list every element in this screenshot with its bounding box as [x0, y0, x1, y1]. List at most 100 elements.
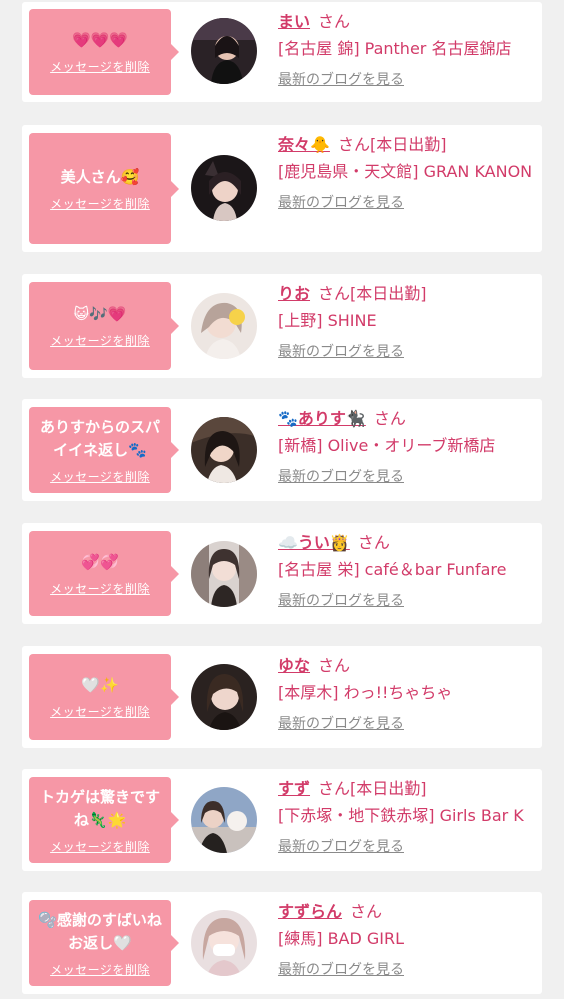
shop-name: [本厚木] わっ!!ちゃちゃ	[278, 683, 453, 702]
honorific: さん	[337, 135, 370, 154]
message-bubble: 🫧感謝のすばいね お返し🤍 メッセージを削除	[29, 900, 179, 986]
message-card: 美人さん🥰 メッセージを削除 奈々🐥 さん[本日出勤] [鹿児島県・天文館] GR…	[22, 125, 542, 252]
girl-info: まい さん [名古屋 錦] Panther 名古屋錦店 最新のブログを見る	[278, 10, 538, 89]
shop-name: [名古屋 栄] café＆bar Funfare	[278, 560, 507, 579]
girl-info: すずらん さん [練馬] BAD GIRL 最新のブログを見る	[278, 900, 538, 979]
message-card: トカゲは驚きですね🦎🌟 メッセージを削除 すず さん[本日出勤] [下赤塚・地下鉄…	[22, 769, 542, 871]
message-bubble: 😺🎶💗 メッセージを削除	[29, 282, 179, 370]
message-bubble: 🤍✨ メッセージを削除	[29, 654, 179, 740]
avatar-photo	[191, 541, 257, 607]
avatar[interactable]	[191, 417, 257, 483]
avatar-photo	[191, 910, 257, 976]
work-status: [本日出勤]	[350, 284, 427, 303]
avatar[interactable]	[191, 664, 257, 730]
name-line: すずらん さん	[278, 900, 538, 924]
girl-info: 🐾ありす🐈‍⬛ さん [新橋] Olive・オリーブ新橋店 最新のブログを見る	[278, 407, 538, 486]
shop-name: [上野] SHINE	[278, 311, 377, 330]
shop-name: [練馬] BAD GIRL	[278, 929, 405, 948]
latest-blog-link[interactable]: 最新のブログを見る	[278, 192, 404, 212]
latest-blog-link[interactable]: 最新のブログを見る	[278, 959, 404, 979]
honorific: さん	[318, 779, 351, 798]
message-bubble: 美人さん🥰 メッセージを削除	[29, 133, 179, 244]
message-text: ありすからのスパイイネ返し🐾	[39, 417, 160, 459]
girl-name-link[interactable]: 奈々🐥	[278, 135, 330, 154]
delete-message-link[interactable]: メッセージを削除	[50, 703, 150, 720]
avatar-photo	[191, 417, 257, 483]
message-bubble: トカゲは驚きですね🦎🌟 メッセージを削除	[29, 777, 179, 863]
girl-info: ゆな さん [本厚木] わっ!!ちゃちゃ 最新のブログを見る	[278, 654, 538, 733]
avatar-photo	[191, 664, 257, 730]
delete-message-link[interactable]: メッセージを削除	[50, 195, 150, 212]
avatar[interactable]	[191, 541, 257, 607]
avatar-photo	[191, 155, 257, 221]
avatar[interactable]	[191, 155, 257, 221]
honorific: さん	[318, 284, 351, 303]
avatar-photo	[191, 18, 257, 84]
name-line: ゆな さん	[278, 654, 538, 678]
avatar-photo	[191, 787, 257, 853]
message-bubble: 💞💞 メッセージを削除	[29, 531, 179, 616]
name-line: ☁️うい👸 さん	[278, 531, 538, 555]
honorific: さん	[373, 409, 406, 428]
girl-info: すず さん[本日出勤] [下赤塚・地下鉄赤塚] Girls Bar K 最新のブロ…	[278, 777, 538, 856]
name-line: すず さん[本日出勤]	[278, 777, 538, 801]
message-card: 😺🎶💗 メッセージを削除 りお さん[本日出勤] [上野] SHINE 最新のブロ…	[22, 274, 542, 378]
message-card: ありすからのスパイイネ返し🐾 メッセージを削除 🐾ありす🐈‍⬛ さん [新橋] O…	[22, 399, 542, 501]
honorific: さん	[350, 902, 383, 921]
message-text: 美人さん🥰	[60, 167, 140, 186]
avatar[interactable]	[191, 18, 257, 84]
latest-blog-link[interactable]: 最新のブログを見る	[278, 836, 404, 856]
delete-message-link[interactable]: メッセージを削除	[50, 332, 150, 349]
message-text: 🫧感謝のすばいね お返し🤍	[38, 910, 162, 952]
message-card: 💗💗💗 メッセージを削除 まい さん [名古屋 錦] Panther 名古屋錦店 …	[22, 2, 542, 102]
name-line: 奈々🐥 さん[本日出勤]	[278, 133, 538, 157]
honorific: さん	[357, 533, 390, 552]
girl-name-link[interactable]: すずらん	[278, 902, 342, 921]
message-bubble: ありすからのスパイイネ返し🐾 メッセージを削除	[29, 407, 179, 493]
name-line: りお さん[本日出勤]	[278, 282, 538, 306]
shop-name: [名古屋 錦] Panther 名古屋錦店	[278, 39, 512, 58]
message-text: 💞💞	[81, 552, 119, 571]
girl-name-link[interactable]: 🐾ありす🐈‍⬛	[278, 409, 366, 428]
name-line: 🐾ありす🐈‍⬛ さん	[278, 407, 538, 431]
name-line: まい さん	[278, 10, 538, 34]
message-card: 💞💞 メッセージを削除 ☁️うい👸 さん [名古屋 栄] café＆bar Fun…	[22, 523, 542, 624]
work-status: [本日出勤]	[369, 135, 447, 154]
delete-message-link[interactable]: メッセージを削除	[50, 580, 150, 597]
girl-name-link[interactable]: すず	[278, 779, 310, 798]
message-card: 🤍✨ メッセージを削除 ゆな さん [本厚木] わっ!!ちゃちゃ 最新のブログを見…	[22, 646, 542, 748]
work-status: [本日出勤]	[350, 779, 427, 798]
girl-name-link[interactable]: まい	[278, 12, 310, 31]
message-text: 💗💗💗	[71, 31, 129, 49]
avatar[interactable]	[191, 787, 257, 853]
girl-name-link[interactable]: りお	[278, 284, 310, 303]
latest-blog-link[interactable]: 最新のブログを見る	[278, 713, 404, 733]
avatar[interactable]	[191, 910, 257, 976]
girl-name-link[interactable]: ☁️うい👸	[278, 533, 350, 552]
girl-name-link[interactable]: ゆな	[278, 656, 310, 675]
message-text: トカゲは驚きですね🦎🌟	[39, 787, 160, 829]
delete-message-link[interactable]: メッセージを削除	[50, 58, 150, 75]
delete-message-link[interactable]: メッセージを削除	[50, 961, 150, 978]
delete-message-link[interactable]: メッセージを削除	[50, 838, 150, 855]
shop-name: [下赤塚・地下鉄赤塚] Girls Bar K	[278, 806, 524, 825]
message-list: 💗💗💗 メッセージを削除 まい さん [名古屋 錦] Panther 名古屋錦店 …	[0, 0, 564, 999]
message-card: 🫧感謝のすばいね お返し🤍 メッセージを削除 すずらん さん [練馬] BAD G…	[22, 892, 542, 994]
latest-blog-link[interactable]: 最新のブログを見る	[278, 341, 404, 361]
shop-name: [新橋] Olive・オリーブ新橋店	[278, 436, 496, 455]
girl-info: 奈々🐥 さん[本日出勤] [鹿児島県・天文館] GRAN KANON 最新のブログ…	[278, 133, 538, 212]
girl-info: りお さん[本日出勤] [上野] SHINE 最新のブログを見る	[278, 282, 538, 361]
latest-blog-link[interactable]: 最新のブログを見る	[278, 590, 404, 610]
latest-blog-link[interactable]: 最新のブログを見る	[278, 69, 404, 89]
honorific: さん	[318, 12, 351, 31]
shop-name: [鹿児島県・天文館] GRAN KANON	[278, 162, 533, 181]
message-text: 😺🎶💗	[73, 305, 127, 323]
avatar[interactable]	[191, 293, 257, 359]
girl-info: ☁️うい👸 さん [名古屋 栄] café＆bar Funfare 最新のブログを…	[278, 531, 538, 610]
delete-message-link[interactable]: メッセージを削除	[50, 468, 150, 485]
avatar-photo	[191, 293, 257, 359]
honorific: さん	[318, 656, 351, 675]
message-bubble: 💗💗💗 メッセージを削除	[29, 9, 179, 95]
latest-blog-link[interactable]: 最新のブログを見る	[278, 466, 404, 486]
message-text: 🤍✨	[81, 676, 119, 694]
